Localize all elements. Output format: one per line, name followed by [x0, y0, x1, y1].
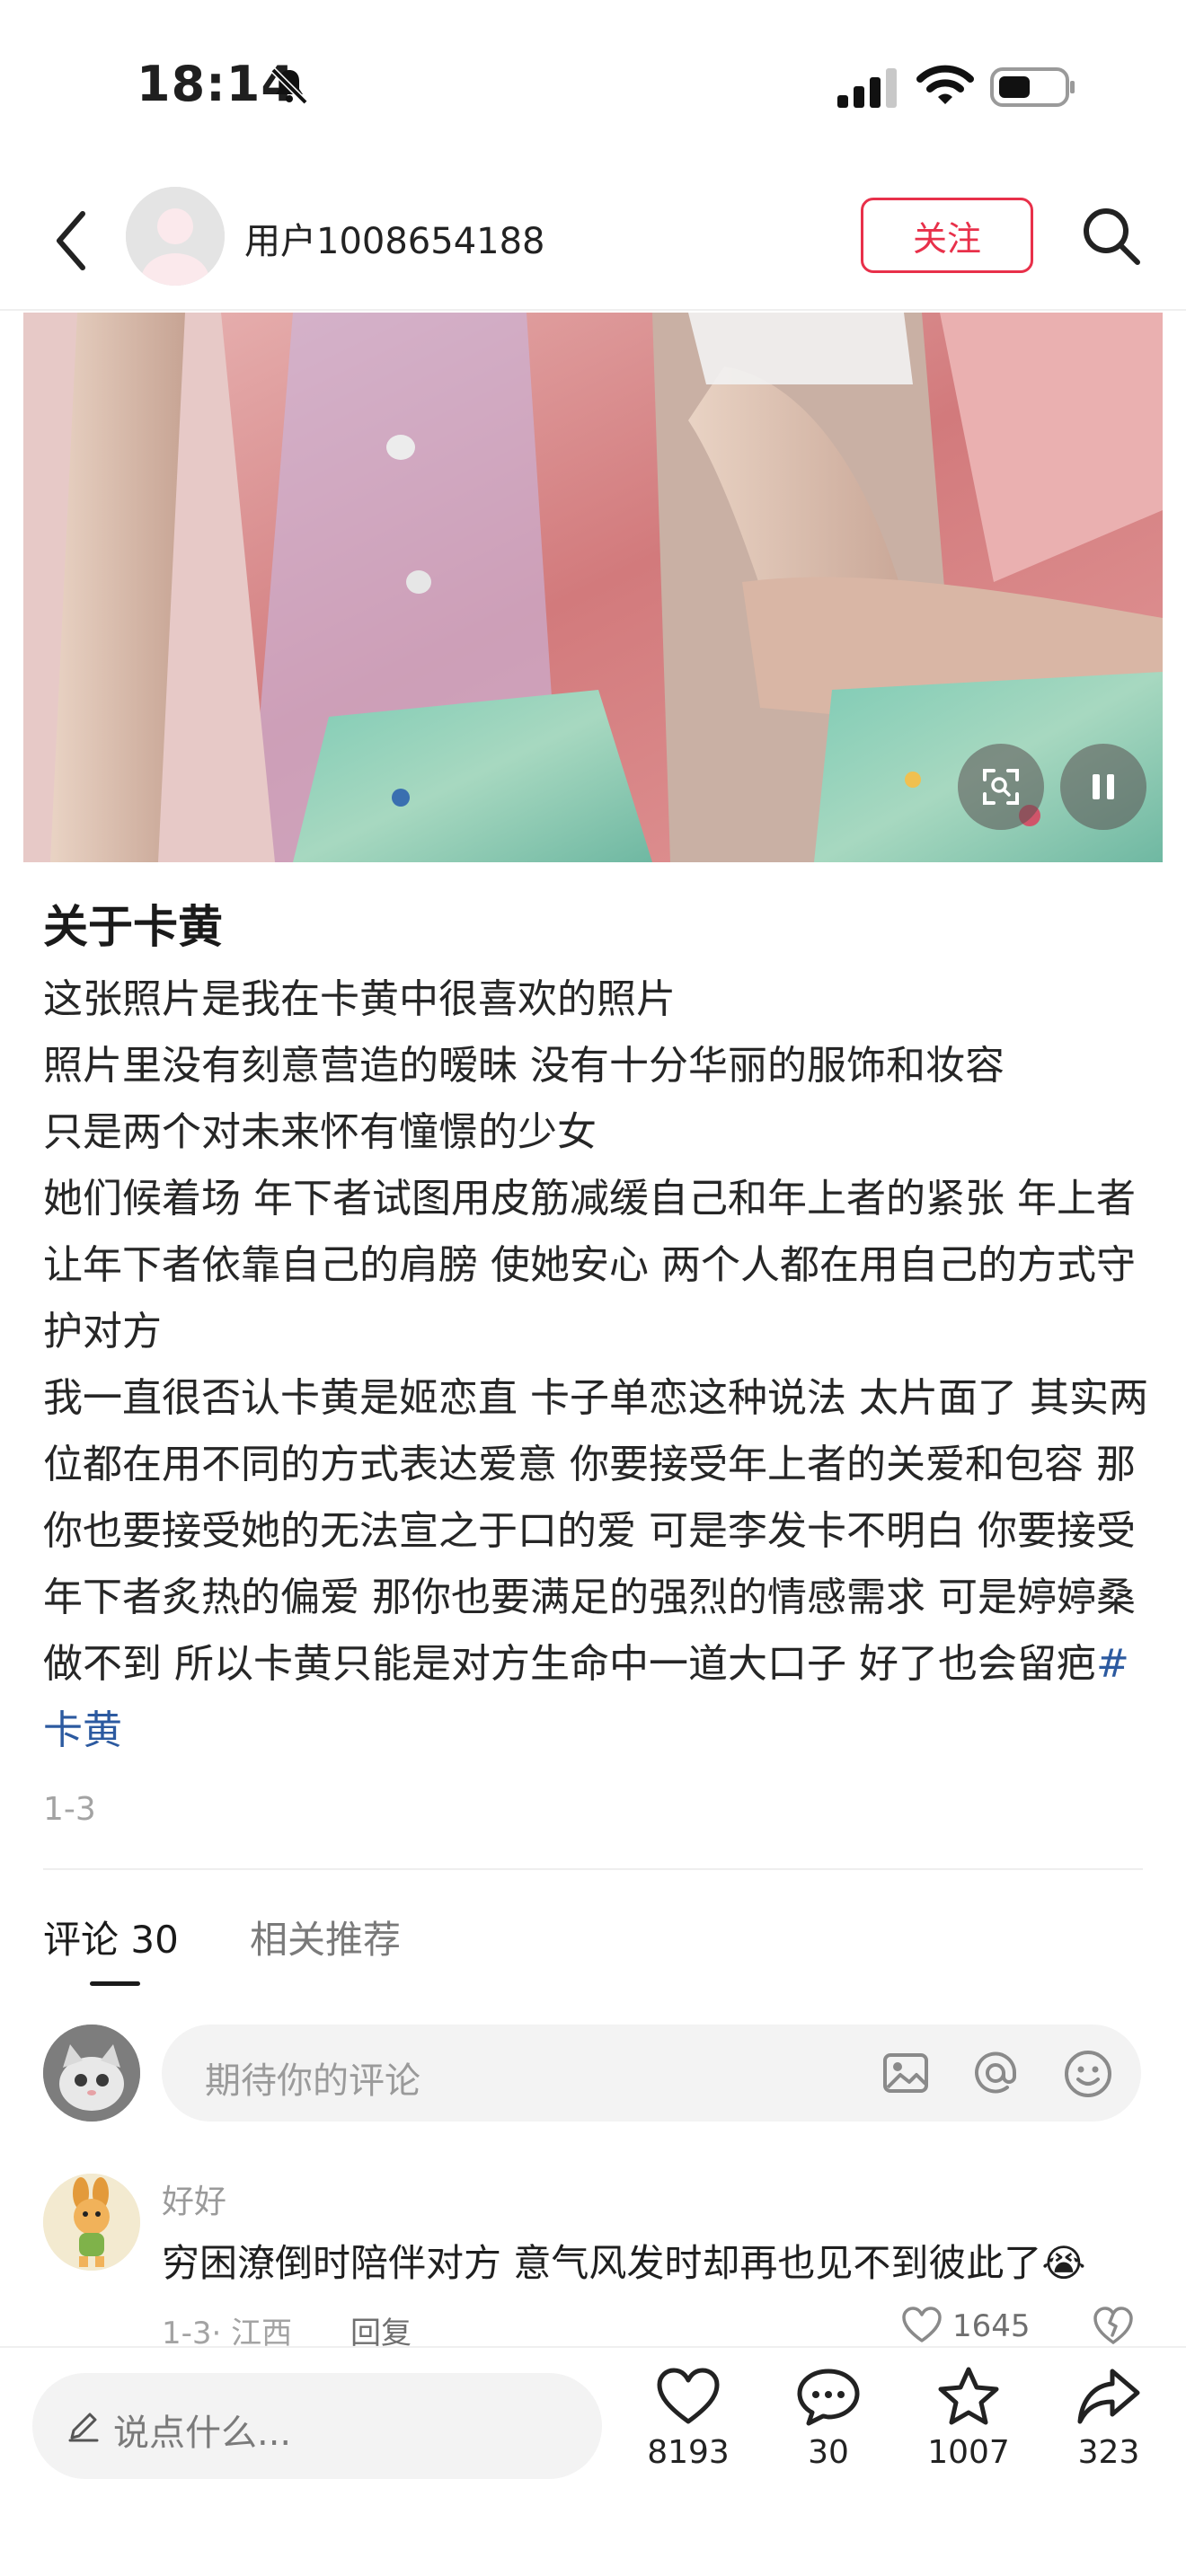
tab-comments[interactable]: 评论 30 [43, 1910, 179, 1964]
pause-button[interactable] [1060, 744, 1146, 830]
say-something-input[interactable]: 说点什么... [32, 2373, 602, 2479]
collect-count: 1007 [927, 2434, 1010, 2471]
star-icon [938, 2367, 999, 2425]
post-date: 1-3 [43, 1791, 96, 1828]
post-photo[interactable] [23, 313, 1163, 862]
tab-active-indicator [90, 1981, 140, 1986]
post-paragraph: 这张照片是我在卡黄中很喜欢的照片 [43, 976, 676, 1022]
share-icon [1077, 2369, 1140, 2424]
pause-icon [1093, 774, 1114, 799]
image-scan-button[interactable] [958, 744, 1044, 830]
tab-related[interactable]: 相关推荐 [250, 1910, 401, 1964]
top-nav: 用户1008654188 关注 [0, 171, 1186, 311]
commenter-name[interactable]: 好好 [162, 2175, 226, 2222]
comment-count: 30 [808, 2434, 849, 2471]
comment-input[interactable]: 期待你的评论 [162, 2025, 1141, 2122]
post-paragraph: 照片里没有刻意营造的暧昧 没有十分华丽的服饰和妆容 [43, 1043, 1005, 1089]
commenter-avatar[interactable] [43, 2174, 140, 2271]
signal-icon [837, 68, 897, 108]
follow-button[interactable]: 关注 [861, 198, 1033, 273]
scan-icon [983, 769, 1019, 805]
image-icon[interactable] [881, 2048, 931, 2098]
share-button[interactable]: 323 [1046, 2366, 1172, 2536]
bottom-bar: 说点什么... 8193 30 1007 323 [0, 2346, 1186, 2576]
divider [43, 1868, 1143, 1870]
comment-text: 穷困潦倒时陪伴对方 意气风发时却再也见不到彼此了😭 [162, 2241, 1086, 2285]
collect-button[interactable]: 1007 [906, 2366, 1031, 2536]
my-avatar [43, 2025, 140, 2122]
post-paragraph: 我一直很否认卡黄是姬恋直 卡子单恋这种说法 太片面了 其实两位都在用不同的方式表… [43, 1365, 1150, 1764]
bell-slash-icon [270, 67, 308, 105]
emoji-icon[interactable] [1062, 2048, 1114, 2100]
post-body: 这张照片是我在卡黄中很喜欢的照片 照片里没有刻意营造的暧昧 没有十分华丽的服饰和… [43, 966, 1150, 1764]
like-count: 8193 [647, 2434, 730, 2471]
share-count: 323 [1077, 2434, 1140, 2471]
back-icon[interactable] [47, 207, 97, 275]
at-icon[interactable] [970, 2048, 1021, 2098]
post-title: 关于卡黄 [43, 901, 223, 953]
post-paragraph-text: 我一直很否认卡黄是姬恋直 卡子单恋这种说法 太片面了 其实两位都在用不同的方式表… [43, 1375, 1148, 1687]
pencil-icon [68, 2413, 99, 2442]
like-button[interactable]: 8193 [625, 2366, 751, 2536]
status-bar: 18:14 [0, 0, 1186, 171]
say-placeholder: 说点什么... [113, 2413, 292, 2454]
comment-icon [797, 2369, 860, 2426]
post-paragraph: 她们候着场 年下者试图用皮筋减缓自己和年上者的紧张 年上者让年下者依靠自己的肩膀… [43, 1176, 1136, 1354]
author-avatar[interactable] [126, 187, 225, 286]
battery-icon [990, 67, 1075, 107]
heart-icon [657, 2368, 720, 2424]
post-paragraph: 只是两个对未来怀有憧憬的少女 [43, 1109, 597, 1155]
dislike-icon[interactable] [1091, 2303, 1136, 2346]
comment-input-placeholder: 期待你的评论 [205, 2060, 420, 2102]
comment-button[interactable]: 30 [766, 2366, 891, 2536]
heart-icon[interactable] [900, 2305, 943, 2344]
author-name[interactable]: 用户1008654188 [244, 212, 545, 264]
wifi-icon [916, 65, 974, 104]
search-icon[interactable] [1078, 203, 1143, 268]
comment-like-count: 1645 [952, 2308, 1031, 2344]
